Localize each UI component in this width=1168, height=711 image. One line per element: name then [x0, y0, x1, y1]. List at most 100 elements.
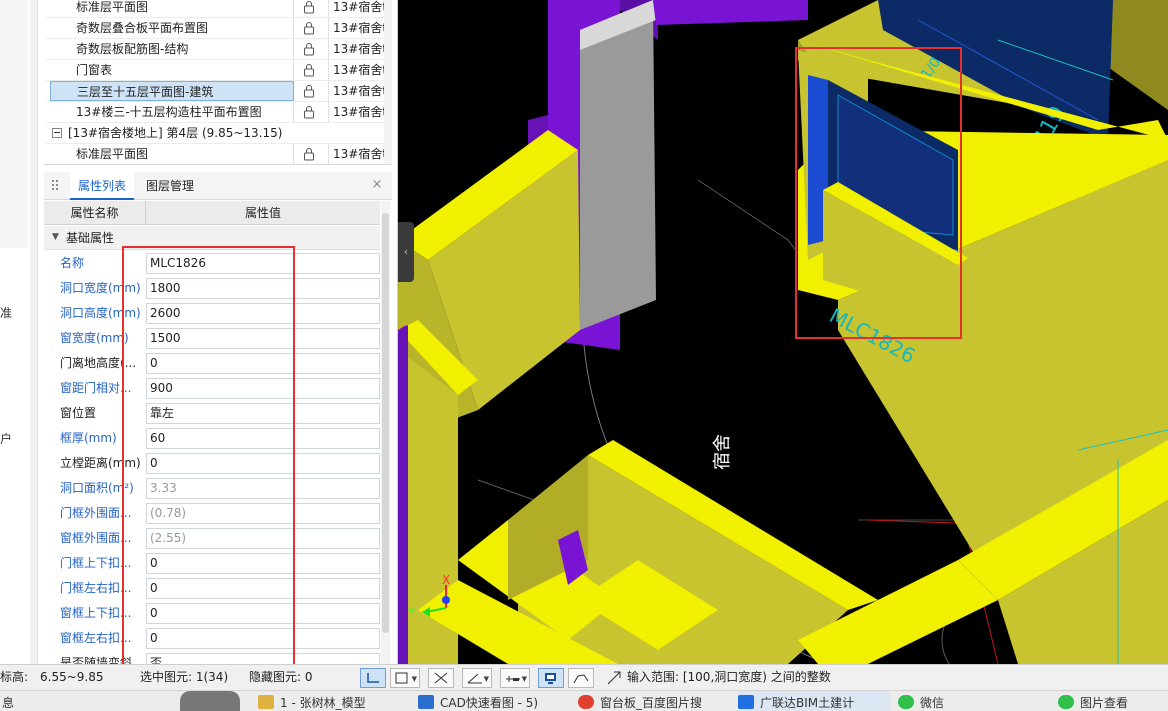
axis-x-label: X — [442, 573, 450, 587]
property-value-field[interactable]: 0 — [146, 628, 380, 649]
property-value-field[interactable]: 1800 — [146, 278, 380, 299]
drawing-owner: 13#宿舍t — [328, 144, 386, 164]
property-row[interactable]: 名称 MLC1826 — [44, 251, 380, 276]
collapse-panel-chevron-icon[interactable]: ‹ — [398, 222, 414, 282]
taskbar-item-6[interactable]: 图片查看 — [1058, 691, 1168, 711]
property-row[interactable]: 门框左右扣... 0 — [44, 576, 380, 601]
property-value-field[interactable]: (2.55) — [146, 528, 380, 549]
tab-property-list[interactable]: 属性列表 — [70, 172, 135, 200]
taskbar-item-5[interactable]: 微信 — [898, 691, 1050, 711]
drawing-name: 三层至十五层平面图-建筑 — [50, 81, 294, 101]
property-row[interactable]: 窗宽度(mm) 1500 — [44, 326, 380, 351]
square-snap-icon — [395, 672, 408, 684]
property-value-field[interactable]: 0 — [146, 453, 380, 474]
property-name: 窗宽度(mm) — [60, 331, 129, 345]
drawing-row-selected[interactable]: 三层至十五层平面图-建筑 13#宿舍t — [46, 81, 386, 102]
property-value-field[interactable]: 靠左 — [146, 403, 380, 424]
drawing-row[interactable]: 标准层平面图 13#宿舍t — [46, 0, 386, 18]
property-value-field[interactable]: (0.78) — [146, 503, 380, 524]
polyline-button[interactable] — [568, 668, 594, 688]
property-name: 窗框外围面... — [60, 531, 132, 545]
drawing-owner: 13#宿舍t — [328, 81, 386, 101]
property-value-field[interactable]: 0 — [146, 553, 380, 574]
property-row[interactable]: 洞口高度(mm) 2600 — [44, 301, 380, 326]
taskbar-label: 窗台板_百度图片搜 — [600, 696, 703, 710]
left-dock-scrollbar[interactable] — [30, 0, 37, 664]
property-row[interactable]: 窗框外围面... (2.55) — [44, 526, 380, 551]
drawing-row[interactable]: 13#楼三-十五层构造柱平面布置图 13#宿舍t — [46, 102, 386, 123]
cad-icon — [418, 695, 434, 709]
grip-icon[interactable] — [52, 180, 60, 192]
property-row[interactable]: 门离地高度(... 0 — [44, 351, 380, 376]
chevron-down-icon[interactable]: ▼ — [52, 232, 59, 242]
close-icon[interactable]: × — [370, 178, 384, 192]
dimension-input-button[interactable]: ▼ — [500, 668, 530, 688]
property-row[interactable]: 窗框左右扣... 0 — [44, 626, 380, 651]
property-row[interactable]: 框厚(mm) 60 — [44, 426, 380, 451]
property-row[interactable]: 窗框上下扣... 0 — [44, 601, 380, 626]
property-value-field[interactable]: 900 — [146, 378, 380, 399]
3d-viewport[interactable]: 2419 1/0 MLC1826 宿舍 X Y — [398, 0, 1168, 664]
drawing-owner: 13#宿舍t — [328, 18, 386, 38]
lock-icon[interactable] — [302, 147, 316, 161]
property-name: 窗距门相对... — [60, 381, 132, 395]
lock-icon[interactable] — [302, 84, 316, 98]
lock-icon[interactable] — [302, 0, 316, 14]
taskbar-item-2[interactable]: CAD快速看图 - 5) — [418, 691, 570, 711]
taskbar-item-4[interactable]: 广联达BIM土建计 — [738, 691, 890, 711]
property-row[interactable]: 洞口面积(m²) 3.33 — [44, 476, 380, 501]
property-row[interactable]: 窗位置 靠左 — [44, 401, 380, 426]
wechat-icon — [898, 695, 914, 709]
property-row[interactable]: 立樘距离(mm) 0 — [44, 451, 380, 476]
property-value-field[interactable]: 0 — [146, 578, 380, 599]
property-row[interactable]: 门框上下扣... 0 — [44, 551, 380, 576]
chevron-down-icon: ▼ — [411, 675, 417, 683]
property-value-field[interactable]: 0 — [146, 353, 380, 374]
lock-icon[interactable] — [302, 63, 316, 77]
taskbar-item-1[interactable]: 1 - 张树林_模型 — [258, 691, 410, 711]
column-header-value: 属性值 — [244, 206, 281, 220]
taskbar-item-3[interactable]: 窗台板_百度图片搜 — [578, 691, 730, 711]
angle-snap-button[interactable]: ▼ — [462, 668, 492, 688]
drawing-list-scrollbar[interactable] — [384, 0, 392, 164]
model-view[interactable]: 2419 1/0 MLC1826 宿舍 X Y — [398, 0, 1168, 664]
cross-snap-button[interactable] — [428, 668, 454, 688]
dynamic-input-button[interactable] — [538, 668, 564, 688]
drawing-row[interactable]: 标准层平面图 13#宿舍t — [46, 144, 386, 164]
property-name: 框厚(mm) — [60, 431, 117, 445]
floor-group-row[interactable]: [13#宿舍楼地上] 第4层 (9.85~13.15) — [46, 123, 386, 144]
taskbar: 息 1 - 张树林_模型 CAD快速看图 - 5) 窗台板_百度图片搜 广联达B… — [0, 690, 1168, 711]
taskbar-fragment: 息 — [2, 696, 15, 710]
drawing-row[interactable]: 门窗表 13#宿舍t — [46, 60, 386, 81]
property-value-field[interactable]: 3.33 — [146, 478, 380, 499]
property-value-field[interactable]: MLC1826 — [146, 253, 380, 274]
elevation-value: 6.55~9.85 — [40, 670, 104, 684]
label-room: 宿舍 — [712, 434, 733, 470]
property-table-header: 属性名称 属性值 — [44, 201, 380, 225]
property-value-field[interactable]: 1500 — [146, 328, 380, 349]
lock-icon[interactable] — [302, 21, 316, 35]
drawing-row[interactable]: 奇数层叠合板平面布置图 13#宿舍t — [46, 18, 386, 39]
floor-group-name: [13#宿舍楼地上] 第4层 (9.85~13.15) — [68, 126, 283, 140]
elevation-label: 标高: — [0, 670, 29, 684]
property-row[interactable]: 门框外围面... (0.78) — [44, 501, 380, 526]
lock-icon[interactable] — [302, 42, 316, 56]
property-value-field[interactable]: 60 — [146, 428, 380, 449]
ortho-snap-button[interactable] — [360, 668, 386, 688]
property-value-field[interactable]: 0 — [146, 603, 380, 624]
property-name: 洞口面积(m²) — [60, 481, 134, 495]
property-group-basic[interactable]: ▼ 基础属性 — [44, 226, 380, 250]
property-value-field[interactable]: 2600 — [146, 303, 380, 324]
property-name: 门框上下扣... — [60, 556, 132, 570]
property-name: 名称 — [60, 256, 85, 270]
scrollbar-thumb[interactable] — [382, 213, 389, 633]
drawing-row[interactable]: 奇数层板配筋图-结构 13#宿舍t — [46, 39, 386, 60]
object-snap-button[interactable]: ▼ — [390, 668, 420, 688]
lock-icon[interactable] — [302, 105, 316, 119]
property-row[interactable]: 洞口宽度(mm) 1800 — [44, 276, 380, 301]
property-row[interactable]: 窗距门相对... 900 — [44, 376, 380, 401]
screen-icon — [545, 673, 556, 684]
tab-layer-manager[interactable]: 图层管理 — [138, 172, 202, 200]
taskbar-avatar[interactable] — [180, 691, 240, 711]
property-list-scrollbar[interactable] — [381, 201, 390, 664]
